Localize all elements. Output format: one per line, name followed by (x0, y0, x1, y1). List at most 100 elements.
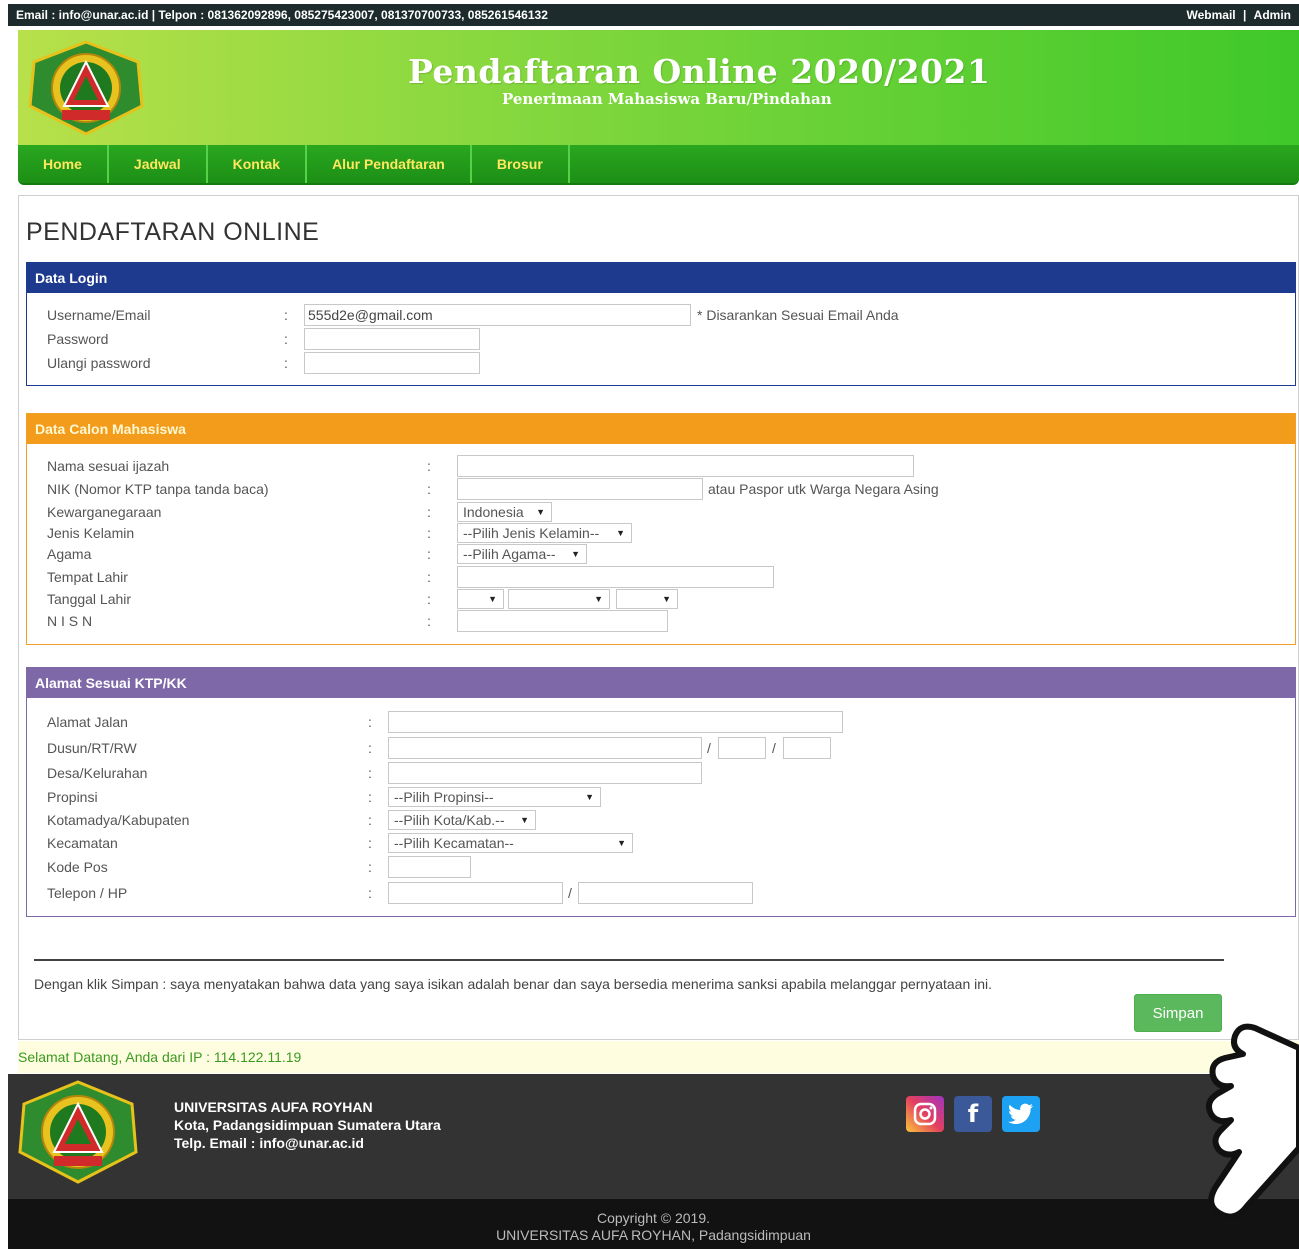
chevron-down-icon: ▼ (571, 549, 580, 559)
footer-logo-icon (18, 1080, 138, 1184)
university-logo-icon[interactable] (28, 40, 144, 136)
phone-label: Telepon / HP (47, 885, 128, 901)
colon: : (284, 307, 288, 323)
colon: : (368, 835, 372, 851)
twitter-icon[interactable] (1002, 1096, 1040, 1132)
webmail-link[interactable]: Webmail (1186, 8, 1235, 22)
desa-input[interactable] (388, 762, 702, 784)
mobile-input[interactable] (578, 882, 753, 904)
gender-value: --Pilih Jenis Kelamin-- (463, 525, 600, 541)
pointing-hand-icon (1206, 1023, 1299, 1220)
religion-select[interactable]: --Pilih Agama-- ▼ (457, 544, 587, 564)
gender-label: Jenis Kelamin (47, 525, 135, 541)
nisn-input[interactable] (457, 610, 668, 632)
form-divider (34, 959, 1224, 961)
district-row: Kecamatan : --Pilih Kecamatan-- ▼ (47, 832, 1295, 854)
birth-year-select[interactable]: ▼ (616, 589, 678, 609)
birthplace-row: Tempat Lahir : (47, 566, 1295, 588)
nisn-label: N I S N (47, 613, 93, 629)
colon: : (368, 859, 372, 875)
nav-item-kontak[interactable]: Kontak (208, 145, 308, 183)
nik-row: NIK (Nomor KTP tanpa tanda baca) : atau … (47, 478, 1295, 500)
instagram-icon[interactable] (906, 1096, 944, 1132)
rw-input[interactable] (783, 737, 831, 759)
welcome-bar: Selamat Datang, Anda dari IP : 114.122.1… (18, 1041, 1299, 1073)
username-input[interactable]: 555d2e@gmail.com (304, 304, 691, 326)
postal-label: Kode Pos (47, 859, 108, 875)
religion-value: --Pilih Agama-- (463, 546, 556, 562)
birthdate-label: Tanggal Lahir (47, 591, 132, 607)
postal-row: Kode Pos : (47, 856, 1295, 878)
copyright-text: Copyright © 2019. (596, 1210, 711, 1226)
birthplace-input[interactable] (457, 566, 774, 588)
banner-subtitle: Penerimaan Mahasiswa Baru/Pindahan (502, 90, 832, 108)
gender-select[interactable]: --Pilih Jenis Kelamin-- ▼ (457, 523, 632, 543)
nav-item-alur-pendaftaran[interactable]: Alur Pendaftaran (307, 145, 472, 183)
chevron-down-icon: ▼ (662, 594, 671, 604)
contact-info: Email : info@unar.ac.id | Telpon : 08136… (16, 8, 548, 22)
rt-input[interactable] (718, 737, 766, 759)
nav-item-jadwal[interactable]: Jadwal (109, 145, 208, 183)
dusun-label: Dusun/RT/RW (47, 740, 137, 756)
site-header: Pendaftaran Online 2020/2021 Penerimaan … (18, 30, 1299, 145)
top-links-separator: | (1242, 8, 1247, 22)
username-note: * Disarankan Sesuai Email Anda (697, 307, 899, 323)
city-select[interactable]: --Pilih Kota/Kab.-- ▼ (388, 810, 536, 830)
address-panel: Alamat Sesuai KTP/KK Alamat Jalan : Dusu… (26, 667, 1296, 917)
province-label: Propinsi (47, 789, 98, 805)
citizenship-select[interactable]: Indonesia ▼ (457, 502, 552, 522)
footer-university: UNIVERSITAS AUFA ROYHAN (174, 1099, 373, 1115)
province-row: Propinsi : --Pilih Propinsi-- ▼ (47, 786, 1295, 808)
district-select[interactable]: --Pilih Kecamatan-- ▼ (388, 833, 633, 853)
dusun-input[interactable] (388, 737, 702, 759)
postal-input[interactable] (388, 856, 471, 878)
top-contact-bar: Email : info@unar.ac.id | Telpon : 08136… (8, 4, 1299, 26)
dusun-row: Dusun/RT/RW : / / (47, 737, 1295, 759)
address-panel-heading: Alamat Sesuai KTP/KK (27, 668, 1295, 698)
gender-row: Jenis Kelamin : --Pilih Jenis Kelamin-- … (47, 522, 1295, 544)
registration-form: PENDAFTARAN ONLINE Data Login Username/E… (18, 195, 1299, 1040)
religion-label: Agama (47, 546, 92, 562)
birth-month-select[interactable]: ▼ (508, 589, 610, 609)
separator-slash: / (772, 740, 776, 756)
citizenship-row: Kewarganegaraan : Indonesia ▼ (47, 501, 1295, 523)
name-row: Nama sesuai ijazah : (47, 455, 1295, 477)
password-label: Password (47, 331, 109, 347)
birthplace-label: Tempat Lahir (47, 569, 128, 585)
province-value: --Pilih Propinsi-- (394, 789, 494, 805)
nav-item-home[interactable]: Home (18, 145, 109, 183)
street-label: Alamat Jalan (47, 714, 128, 730)
nik-input[interactable] (457, 478, 703, 500)
repeat-password-input[interactable] (304, 352, 480, 374)
city-value: --Pilih Kota/Kab.-- (394, 812, 505, 828)
password-input[interactable] (304, 328, 480, 350)
colon: : (368, 765, 372, 781)
main-nav: Home Jadwal Kontak Alur Pendaftaran Bros… (18, 145, 1299, 185)
street-row: Alamat Jalan : (47, 711, 1295, 733)
nav-item-brosur[interactable]: Brosur (472, 145, 570, 183)
province-select[interactable]: --Pilih Propinsi-- ▼ (388, 787, 601, 807)
phone-input[interactable] (388, 882, 563, 904)
agreement-text: Dengan klik Simpan : saya menyatakan bah… (34, 976, 993, 992)
birth-day-select[interactable]: ▼ (457, 589, 504, 609)
chevron-down-icon: ▼ (617, 838, 626, 848)
name-input[interactable] (457, 455, 914, 477)
colon: : (368, 740, 372, 756)
candidate-panel-heading: Data Calon Mahasiswa (27, 414, 1295, 444)
copyright-bar: Copyright © 2019. UNIVERSITAS AUFA ROYHA… (8, 1199, 1299, 1249)
repeat-password-label: Ulangi password (47, 355, 151, 371)
login-panel-heading: Data Login (27, 263, 1295, 293)
facebook-icon[interactable]: f (954, 1096, 992, 1132)
colon: : (427, 613, 431, 629)
footer-info: UNIVERSITAS AUFA ROYHAN Kota, Padangsidi… (174, 1098, 441, 1152)
street-input[interactable] (388, 711, 843, 733)
colon: : (427, 481, 431, 497)
district-value: --Pilih Kecamatan-- (394, 835, 514, 851)
footer-address: Kota, Padangsidimpuan Sumatera Utara (174, 1117, 441, 1133)
social-links: f (906, 1096, 1040, 1132)
chevron-down-icon: ▼ (536, 507, 545, 517)
chevron-down-icon: ▼ (616, 528, 625, 538)
admin-link[interactable]: Admin (1254, 8, 1291, 22)
chevron-down-icon: ▼ (585, 792, 594, 802)
chevron-down-icon: ▼ (594, 594, 603, 604)
